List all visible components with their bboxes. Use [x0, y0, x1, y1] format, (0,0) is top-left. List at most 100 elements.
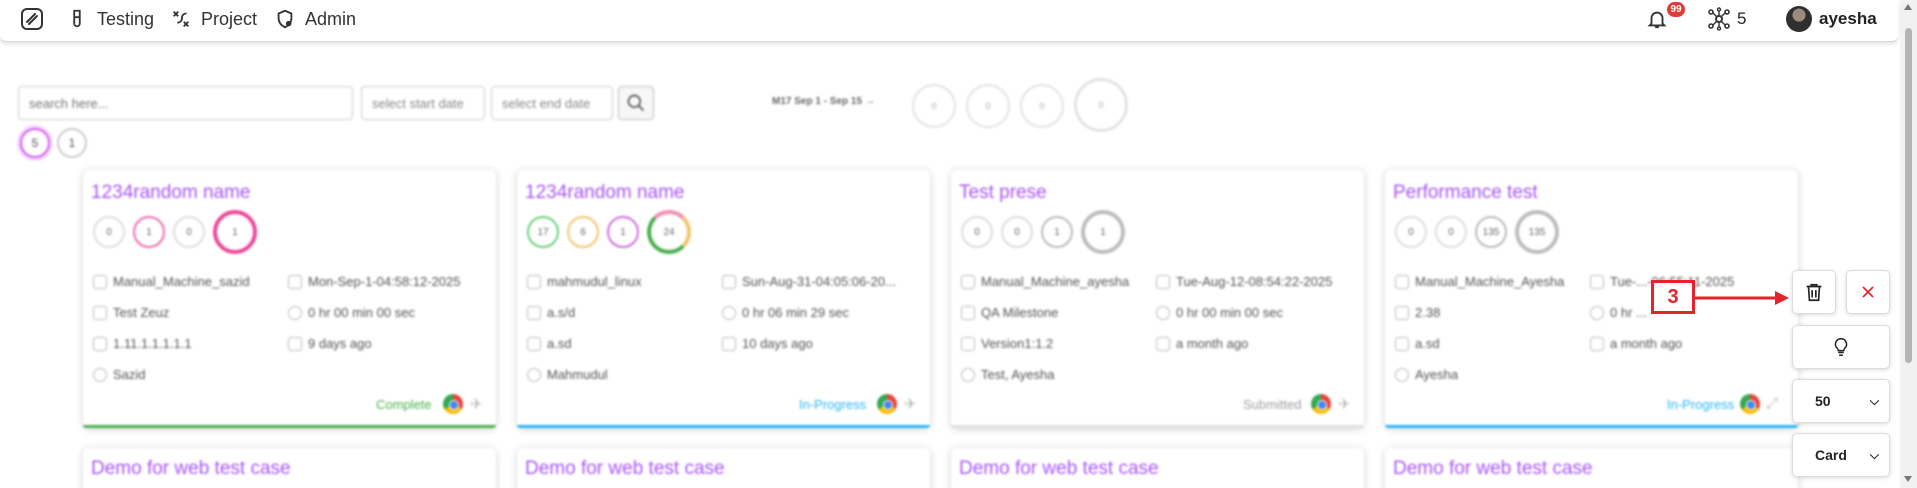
page-size-select[interactable]: 50 ⌵	[1792, 379, 1890, 423]
ago-meta: a month ago	[1156, 336, 1361, 351]
annotation-number: 3	[1667, 285, 1679, 308]
test-run-card[interactable]: 1234random name 17 6 1 24 mahmudul_linux…	[517, 170, 930, 428]
mini-count-circle[interactable]: 1	[57, 128, 87, 158]
test-run-card[interactable]: Demo for web test case	[1385, 448, 1798, 488]
stat-circle: 6	[567, 216, 599, 248]
test-run-card[interactable]: Demo for web test case	[951, 448, 1364, 488]
scrollbar-thumb[interactable]	[1905, 28, 1912, 363]
chrome-icon	[1311, 394, 1331, 414]
annotation-callout: 3	[1651, 280, 1695, 314]
card-title[interactable]: Demo for web test case	[1393, 458, 1593, 480]
user-meta: Sazid	[93, 367, 283, 382]
pin-icon[interactable]: ✈	[904, 395, 917, 413]
notification-button[interactable]	[1646, 4, 1668, 34]
status-badge: In-Progress	[1667, 397, 1735, 412]
date-meta: Tue-Aug-12-08:54:22-2025	[1156, 274, 1361, 289]
project-icon	[173, 11, 189, 27]
lightbulb-icon	[1834, 338, 1848, 356]
scroll-up-icon[interactable]	[1904, 4, 1912, 10]
flask-icon	[73, 9, 81, 28]
test-run-card[interactable]: 1234random name 0 1 0 1 Manual_Machine_s…	[83, 170, 496, 428]
stat-circle: 1	[1041, 216, 1073, 248]
chrome-icon	[1740, 394, 1760, 414]
stat-circle: 0	[1435, 216, 1467, 248]
scroll-down-icon[interactable]	[1904, 476, 1912, 482]
card-title[interactable]: Demo for web test case	[525, 458, 725, 480]
status-bar	[517, 425, 930, 428]
pin-icon[interactable]: ✈	[470, 395, 483, 413]
milestone-count-circle: 0	[1020, 84, 1064, 128]
test-run-card[interactable]: Demo for web test case	[83, 448, 496, 488]
nav-admin[interactable]: Admin	[274, 6, 356, 32]
user-meta: Test, Ayesha	[961, 367, 1151, 382]
stat-circle: 1	[607, 216, 639, 248]
username: ayesha	[1819, 9, 1877, 28]
stat-circle: 0	[1395, 216, 1427, 248]
milestone-label[interactable]: M17 Sep 1 - Sep 15 →	[772, 96, 875, 107]
stat-circle: 0	[93, 216, 125, 248]
card-title[interactable]: 1234random name	[91, 182, 251, 204]
network-button[interactable]: 5	[1707, 4, 1746, 34]
machine-meta: Manual_Machine_sazid	[93, 274, 283, 289]
user-meta: Mahmudul	[527, 367, 717, 382]
avatar	[1786, 6, 1812, 32]
card-title[interactable]: Test prese	[959, 182, 1047, 204]
nav-testing-label: Testing	[97, 8, 155, 29]
milestone-meta: 2.38	[1395, 305, 1585, 320]
status-badge: Submitted	[1243, 397, 1302, 412]
mini-count-circle[interactable]: 5	[20, 128, 50, 158]
machine-meta: Manual_Machine_Ayesha	[1395, 274, 1585, 289]
admin-shield-icon	[277, 9, 293, 29]
milestone-meta: QA Milestone	[961, 305, 1151, 320]
hint-button[interactable]	[1792, 325, 1890, 369]
close-button[interactable]	[1846, 270, 1890, 314]
status-badge: Complete	[376, 397, 432, 412]
version-meta: 1.11.1.1.1.1.1	[93, 336, 283, 351]
stat-circle: 0	[1001, 216, 1033, 248]
search-input[interactable]	[18, 86, 353, 120]
chrome-icon	[877, 394, 897, 414]
date-meta: Mon-Sep-1-04:58:12-2025	[288, 274, 493, 289]
card-title[interactable]: Demo for web test case	[91, 458, 291, 480]
milestone-meta: a.s/d	[527, 305, 717, 320]
stat-circle: 1	[133, 216, 165, 248]
stat-circle: 1	[213, 210, 257, 254]
card-title[interactable]: Demo for web test case	[959, 458, 1159, 480]
search-icon	[627, 94, 645, 112]
view-mode-select[interactable]: Card ⌵	[1792, 433, 1890, 477]
machine-meta: mahmudul_linux	[527, 274, 717, 289]
expand-icon[interactable]: ⤢	[1766, 395, 1778, 412]
status-bar	[951, 425, 1364, 428]
ago-meta: 10 days ago	[722, 336, 927, 351]
stat-circle: 0	[173, 216, 205, 248]
notification-count-badge: 99	[1667, 2, 1685, 17]
test-run-card[interactable]: Demo for web test case	[517, 448, 930, 488]
machine-meta: Manual_Machine_ayesha	[961, 274, 1151, 289]
nav-testing[interactable]: Testing	[66, 6, 154, 32]
delete-button[interactable]	[1792, 270, 1836, 314]
user-meta: Ayesha	[1395, 367, 1585, 382]
card-title[interactable]: 1234random name	[525, 182, 685, 204]
milestone-meta: Test Zeuz	[93, 305, 283, 320]
annotation-arrow-icon	[1695, 291, 1789, 305]
pin-icon[interactable]: ✈	[1338, 395, 1351, 413]
search-button[interactable]	[618, 86, 654, 120]
pen-swirl-logo-icon	[21, 8, 43, 30]
test-run-card[interactable]: Test prese 0 0 1 1 Manual_Machine_ayesha…	[951, 170, 1364, 428]
chevron-down-icon: ⌵	[1869, 393, 1879, 408]
status-bar	[83, 425, 496, 428]
nav-project[interactable]: Project	[170, 6, 257, 32]
nav-project-label: Project	[201, 8, 258, 29]
end-date-field[interactable]: select end date	[491, 86, 613, 120]
ago-meta: a month ago	[1590, 336, 1790, 351]
ago-meta: 9 days ago	[288, 336, 493, 351]
top-navbar: Testing Project Admin 99 5 ayesha	[0, 0, 1898, 42]
chrome-icon	[443, 394, 463, 414]
stat-circle: 135	[1515, 210, 1559, 254]
start-date-field[interactable]: select start date	[361, 86, 485, 120]
app-logo[interactable]	[20, 7, 44, 31]
date-meta: Sun-Aug-31-04:05:06-20...	[722, 274, 927, 289]
user-menu[interactable]: ayesha	[1786, 4, 1877, 34]
card-title[interactable]: Performance test	[1393, 182, 1538, 204]
network-hub-icon	[1708, 7, 1730, 31]
